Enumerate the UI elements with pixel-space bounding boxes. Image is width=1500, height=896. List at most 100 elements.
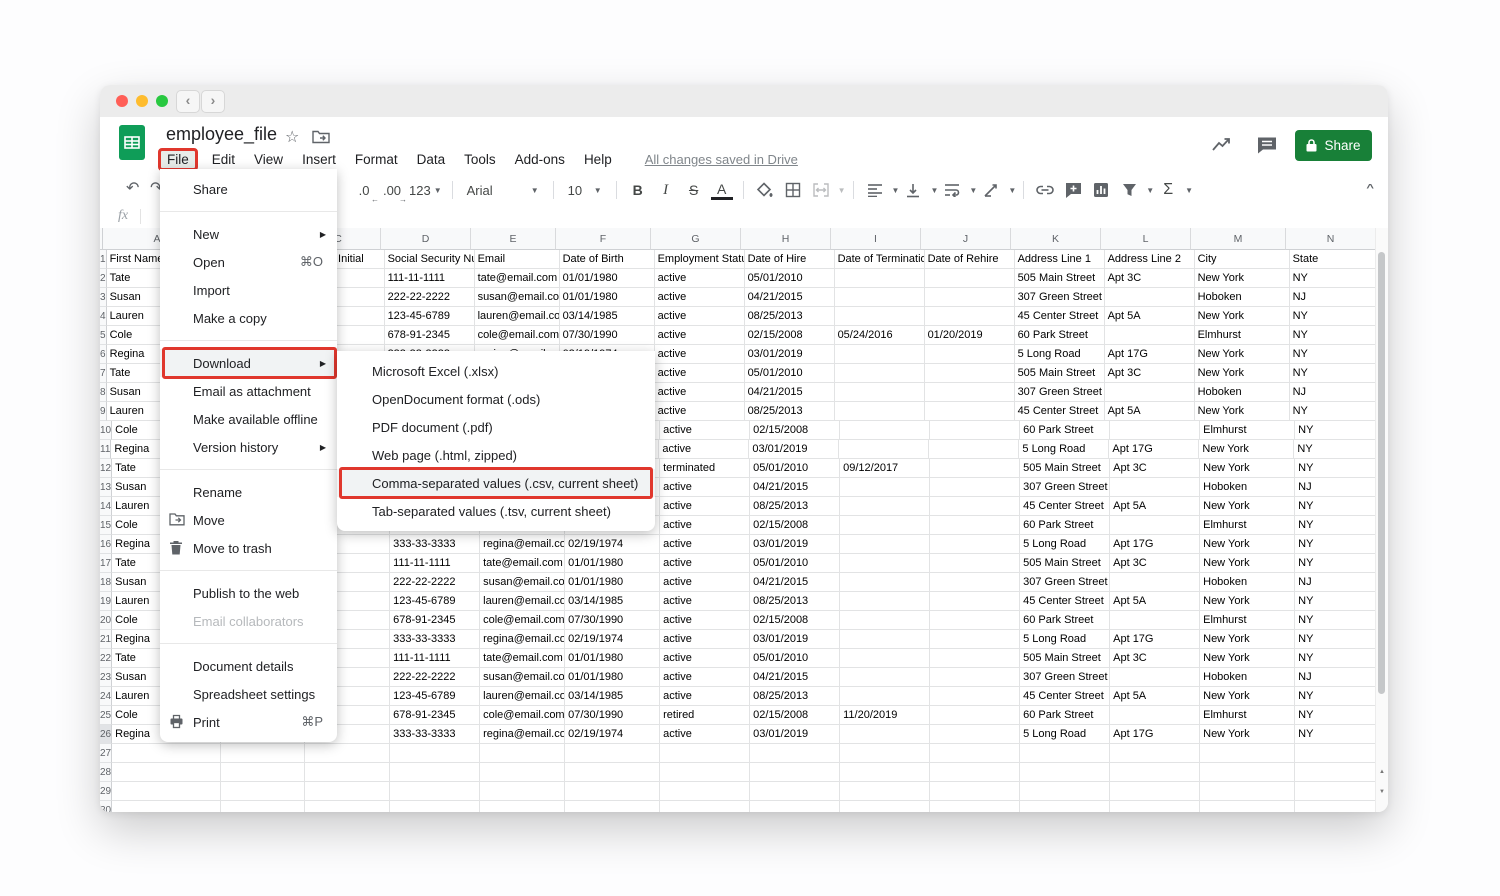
cell-J10[interactable] — [930, 421, 1020, 440]
document-title[interactable]: employee_file — [166, 124, 277, 145]
cell-K25[interactable]: 60 Park Street — [1020, 706, 1110, 725]
file-menu-item-version-history[interactable]: Version history▶ — [160, 433, 337, 461]
cell-H14[interactable]: 08/25/2013 — [750, 497, 840, 516]
cell-N11[interactable]: NY — [1294, 440, 1376, 459]
cell-J14[interactable] — [930, 497, 1020, 516]
row-header-28[interactable]: 28 — [100, 763, 112, 782]
cell-L22[interactable]: Apt 3C — [1110, 649, 1200, 668]
cell-E1[interactable]: Email — [475, 250, 560, 269]
download-item-xlsx[interactable]: Microsoft Excel (.xlsx) — [337, 357, 655, 385]
cell-E3[interactable]: susan@email.com — [475, 288, 560, 307]
cell-D5[interactable]: 678-91-2345 — [385, 326, 475, 345]
column-header-F[interactable]: F — [556, 228, 651, 250]
cell-M11[interactable]: New York — [1199, 440, 1294, 459]
cell-I7[interactable] — [835, 364, 925, 383]
cell-H12[interactable]: 05/01/2010 — [750, 459, 840, 478]
cell-J13[interactable] — [930, 478, 1020, 497]
cell-I17[interactable] — [840, 554, 930, 573]
column-header-M[interactable]: M — [1191, 228, 1286, 250]
cell-I14[interactable] — [840, 497, 930, 516]
file-menu-item-print[interactable]: Print⌘P — [160, 708, 337, 736]
cell-G6[interactable]: active — [655, 345, 745, 364]
file-menu-item-make-a-copy[interactable]: Make a copy — [160, 304, 337, 332]
cell-C27[interactable] — [305, 744, 390, 763]
text-color-button[interactable]: A — [711, 180, 733, 200]
cell-F3[interactable]: 01/01/1980 — [560, 288, 655, 307]
cell-G21[interactable]: active — [660, 630, 750, 649]
forward-button[interactable]: › — [201, 90, 225, 113]
cell-L27[interactable] — [1110, 744, 1200, 763]
menu-tools[interactable]: Tools — [456, 149, 504, 170]
cell-H3[interactable]: 04/21/2015 — [745, 288, 835, 307]
cell-G11[interactable]: active — [659, 440, 749, 459]
cell-F17[interactable]: 01/01/1980 — [565, 554, 660, 573]
cell-M9[interactable]: New York — [1195, 402, 1290, 421]
cell-H28[interactable] — [750, 763, 840, 782]
cell-M6[interactable]: New York — [1195, 345, 1290, 364]
cell-K28[interactable] — [1020, 763, 1110, 782]
cell-M16[interactable]: New York — [1200, 535, 1295, 554]
cell-E23[interactable]: susan@email.com — [480, 668, 565, 687]
cell-N16[interactable]: NY — [1295, 535, 1376, 554]
cell-N30[interactable] — [1295, 801, 1376, 812]
cell-F27[interactable] — [565, 744, 660, 763]
cell-J7[interactable] — [925, 364, 1015, 383]
cell-F29[interactable] — [565, 782, 660, 801]
cell-I5[interactable]: 05/24/2016 — [835, 326, 925, 345]
row-header-12[interactable]: 12 — [100, 459, 112, 478]
cell-K15[interactable]: 60 Park Street — [1020, 516, 1110, 535]
row-header-24[interactable]: 24 — [100, 687, 112, 706]
cell-L24[interactable]: Apt 5A — [1110, 687, 1200, 706]
cell-N9[interactable]: NY — [1290, 402, 1376, 421]
cell-I21[interactable] — [840, 630, 930, 649]
cell-H7[interactable]: 05/01/2010 — [745, 364, 835, 383]
cell-H20[interactable]: 02/15/2008 — [750, 611, 840, 630]
cell-M22[interactable]: New York — [1200, 649, 1295, 668]
cell-I1[interactable]: Date of Termination — [835, 250, 925, 269]
cell-I11[interactable] — [839, 440, 929, 459]
cell-N1[interactable]: State — [1290, 250, 1376, 269]
cell-J21[interactable] — [930, 630, 1020, 649]
cell-D18[interactable]: 222-22-2222 — [390, 573, 480, 592]
file-menu-item-move[interactable]: Move — [160, 506, 337, 534]
row-header-29[interactable]: 29 — [100, 782, 112, 801]
cell-N14[interactable]: NY — [1295, 497, 1376, 516]
cell-I16[interactable] — [840, 535, 930, 554]
file-menu-item-new[interactable]: New▶ — [160, 220, 337, 248]
insert-chart-icon[interactable] — [1090, 178, 1112, 202]
cell-E25[interactable]: cole@email.com — [480, 706, 565, 725]
cell-E4[interactable]: lauren@email.com — [475, 307, 560, 326]
cell-L19[interactable]: Apt 5A — [1110, 592, 1200, 611]
cell-N23[interactable]: NJ — [1295, 668, 1376, 687]
cell-H9[interactable]: 08/25/2013 — [745, 402, 835, 421]
decrease-decimal-button[interactable]: .0← — [353, 178, 375, 202]
cell-G9[interactable]: active — [655, 402, 745, 421]
filter-icon[interactable] — [1118, 178, 1140, 202]
cell-K5[interactable]: 60 Park Street — [1015, 326, 1105, 345]
cell-M5[interactable]: Elmhurst — [1195, 326, 1290, 345]
cell-L23[interactable] — [1110, 668, 1200, 687]
cell-N13[interactable]: NJ — [1295, 478, 1376, 497]
cell-I23[interactable] — [840, 668, 930, 687]
cell-F28[interactable] — [565, 763, 660, 782]
file-menu-item-share[interactable]: Share — [160, 175, 337, 203]
cell-G8[interactable]: active — [655, 383, 745, 402]
cell-I12[interactable]: 09/12/2017 — [840, 459, 930, 478]
cell-I13[interactable] — [840, 478, 930, 497]
column-header-J[interactable]: J — [921, 228, 1011, 250]
cell-L28[interactable] — [1110, 763, 1200, 782]
row-header-26[interactable]: 26 — [100, 725, 112, 744]
cell-K13[interactable]: 307 Green Street — [1020, 478, 1110, 497]
cell-K6[interactable]: 5 Long Road — [1015, 345, 1105, 364]
cell-E29[interactable] — [480, 782, 565, 801]
cell-N3[interactable]: NJ — [1290, 288, 1376, 307]
cell-G12[interactable]: terminated — [660, 459, 750, 478]
cell-N24[interactable]: NY — [1295, 687, 1376, 706]
cell-D27[interactable] — [390, 744, 480, 763]
cell-G10[interactable]: active — [660, 421, 750, 440]
cell-N18[interactable]: NJ — [1295, 573, 1376, 592]
move-to-folder-icon[interactable] — [312, 129, 330, 144]
cell-K12[interactable]: 505 Main Street — [1020, 459, 1110, 478]
row-header-13[interactable]: 13 — [100, 478, 112, 497]
cell-G1[interactable]: Employment Status — [655, 250, 745, 269]
